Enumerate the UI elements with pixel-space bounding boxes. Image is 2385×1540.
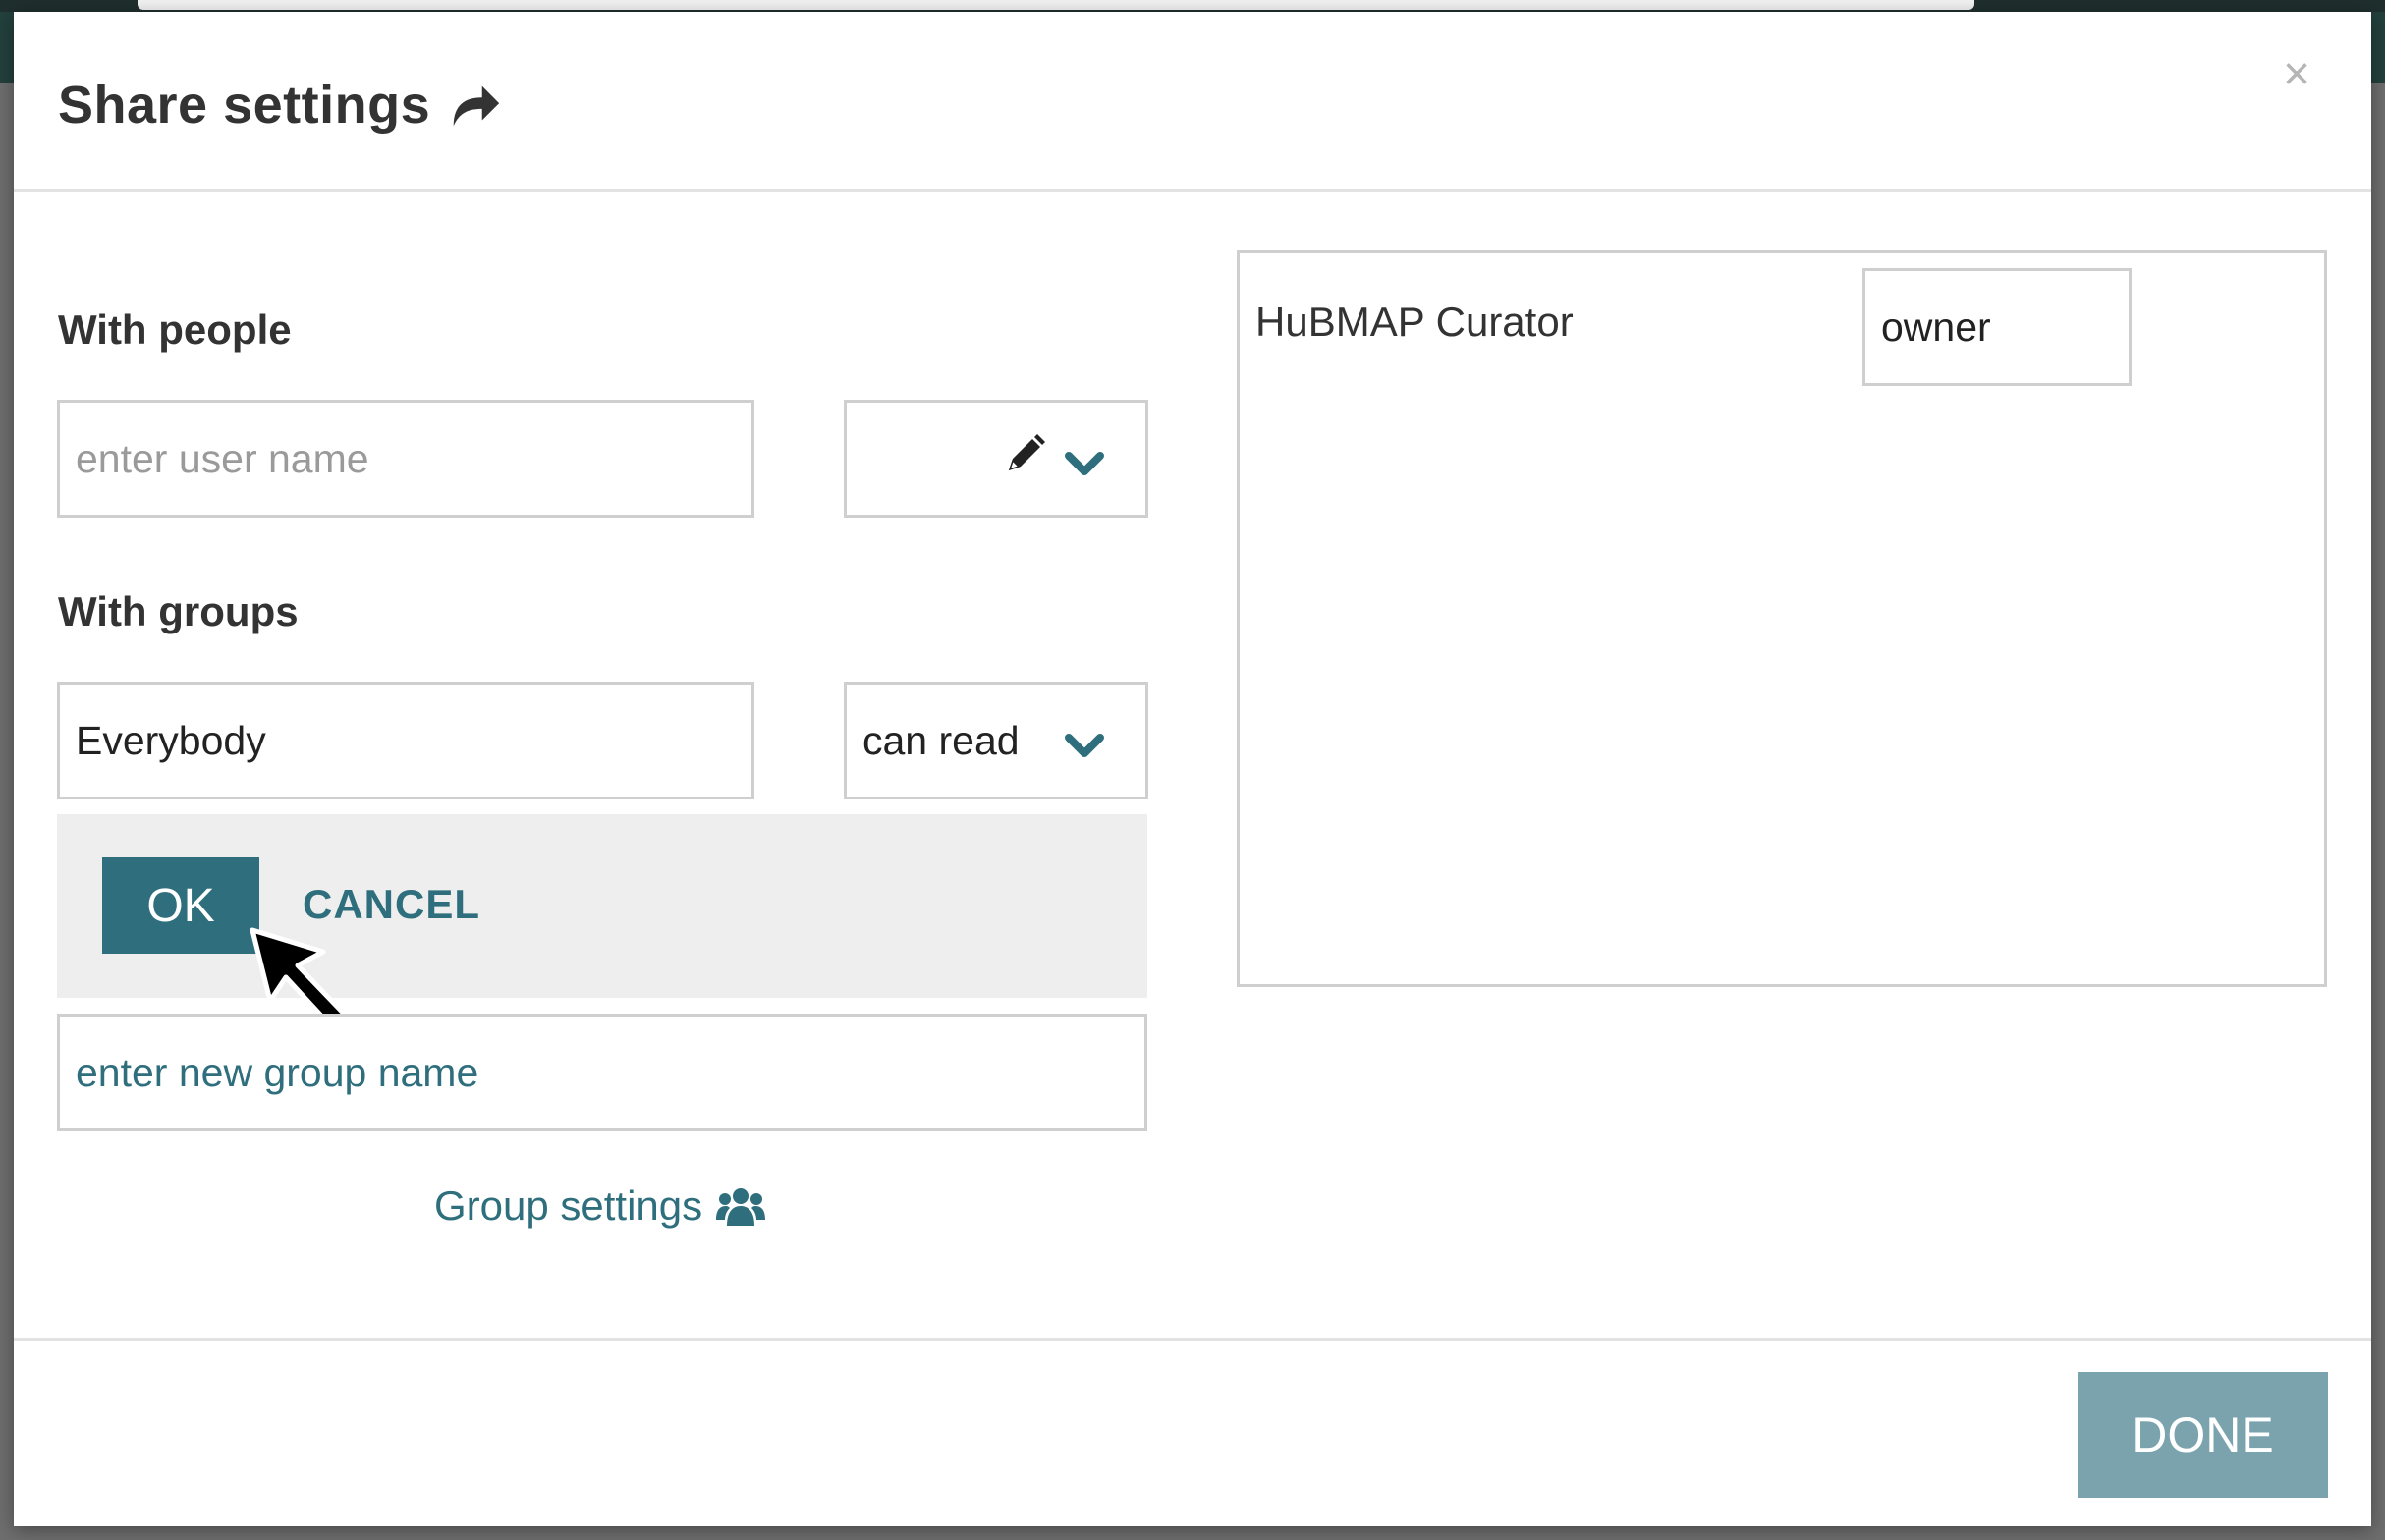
users-icon xyxy=(716,1188,766,1226)
chevron-down-icon xyxy=(1065,734,1104,757)
close-button[interactable]: × xyxy=(2283,51,2310,98)
group-permission-value: can read xyxy=(862,717,1020,763)
shared-user-permission: owner xyxy=(1862,268,2132,386)
footer-divider xyxy=(14,1338,2371,1341)
share-settings-modal: Share settings × With people With groups… xyxy=(14,12,2371,1526)
background-search-bar xyxy=(138,0,1974,10)
share-arrow-icon xyxy=(453,85,500,127)
done-button[interactable]: DONE xyxy=(2078,1372,2328,1498)
group-settings-link[interactable]: Group settings xyxy=(434,1182,766,1230)
shared-user-name: HuBMAP Curator xyxy=(1255,299,1574,345)
shared-with-list: HuBMAP Curator owner xyxy=(1237,250,2327,987)
user-name-input[interactable] xyxy=(76,403,751,515)
people-permission-select[interactable] xyxy=(844,400,1148,518)
group-name-value: Everybody xyxy=(76,717,266,763)
header-divider xyxy=(14,189,2371,192)
modal-title: Share settings xyxy=(58,76,431,135)
confirm-panel: OK CANCEL xyxy=(57,814,1147,998)
pencil-icon xyxy=(1008,434,1045,471)
new-group-field[interactable] xyxy=(57,1014,1147,1131)
with-people-label: With people xyxy=(58,306,292,353)
with-groups-label: With groups xyxy=(58,588,299,634)
chevron-down-icon xyxy=(1065,452,1104,475)
group-settings-label: Group settings xyxy=(434,1182,703,1229)
group-permission-select[interactable]: can read xyxy=(844,682,1148,799)
modal-header: Share settings xyxy=(58,66,503,144)
new-group-input[interactable] xyxy=(76,1017,1144,1128)
user-name-field[interactable] xyxy=(57,400,754,518)
group-name-field[interactable]: Everybody xyxy=(57,682,754,799)
